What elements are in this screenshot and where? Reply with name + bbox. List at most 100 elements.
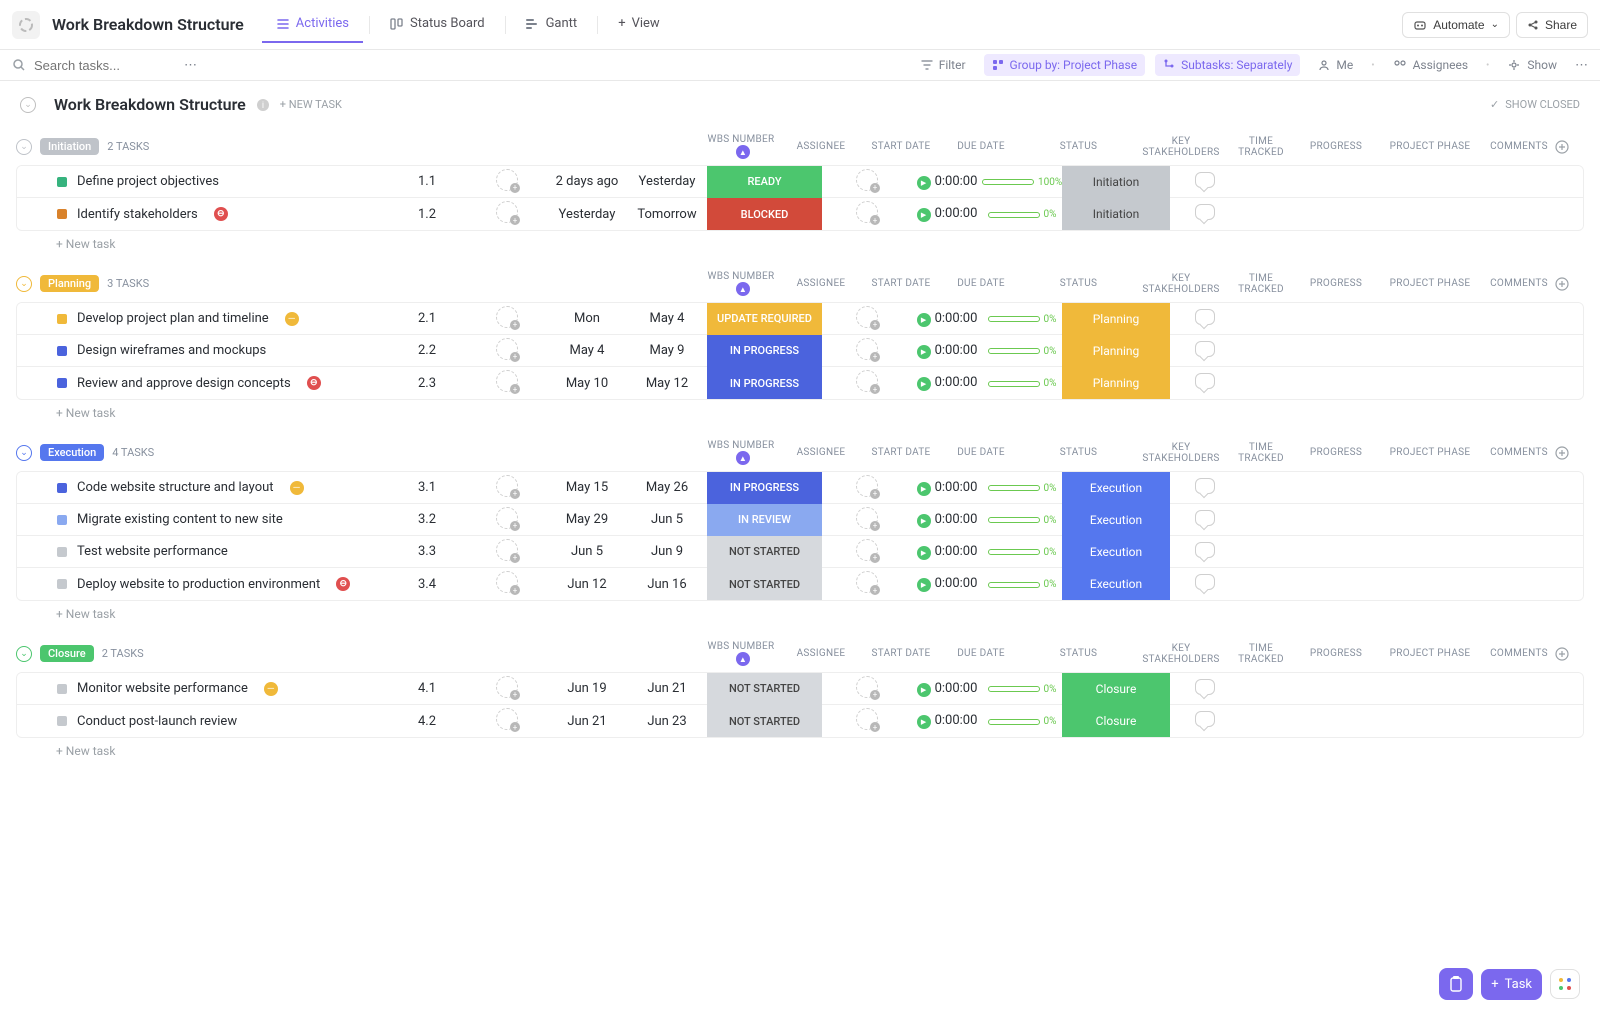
progress-cell[interactable]: 0% [982,311,1062,326]
task-name[interactable]: Design wireframes and mockups [77,343,266,358]
more-icon[interactable]: ⋯ [184,58,197,73]
col-due[interactable]: DUE DATE [941,141,1021,152]
add-column-button[interactable] [1554,276,1584,292]
task-row[interactable]: Code website structure and layout─ 3.1 M… [17,472,1583,504]
assignees-button[interactable]: Assignees [1385,54,1476,76]
assignee-cell[interactable] [467,201,547,227]
status-cell[interactable]: IN REVIEW [707,504,822,536]
task-row[interactable]: Identify stakeholders⊖ 1.2 Yesterday Tom… [17,198,1583,230]
start-date-cell[interactable]: Yesterday [547,207,627,222]
col-stakeholders[interactable]: KEY STAKEHOLDERS [1136,442,1226,464]
status-cell[interactable]: BLOCKED [707,198,822,230]
col-time[interactable]: TIME TRACKED [1226,643,1296,665]
col-time[interactable]: TIME TRACKED [1226,273,1296,295]
due-date-cell[interactable]: Tomorrow [627,207,707,222]
progress-cell[interactable]: 100% [982,174,1062,189]
wbs-cell[interactable]: 3.4 [387,577,467,592]
col-assignee[interactable]: ASSIGNEE [781,648,861,659]
search-input[interactable] [34,58,174,73]
start-date-cell[interactable]: Jun 19 [547,681,627,696]
col-status[interactable]: STATUS [1021,648,1136,659]
status-cell[interactable]: NOT STARTED [707,536,822,568]
task-name[interactable]: Review and approve design concepts [77,376,291,391]
stakeholders-cell[interactable] [822,539,912,565]
col-time[interactable]: TIME TRACKED [1226,442,1296,464]
status-cell[interactable]: READY [707,166,822,198]
wbs-cell[interactable]: 1.2 [387,207,467,222]
comments-cell[interactable] [1170,711,1240,731]
stakeholders-cell[interactable] [822,169,912,195]
col-start[interactable]: START DATE [861,447,941,458]
comments-cell[interactable] [1170,574,1240,594]
col-status[interactable]: STATUS [1021,141,1136,152]
col-phase[interactable]: PROJECT PHASE [1376,278,1484,289]
col-assignee[interactable]: ASSIGNEE [781,278,861,289]
due-date-cell[interactable]: Yesterday [627,174,707,189]
status-cell[interactable]: IN PROGRESS [707,367,822,399]
time-cell[interactable]: ▶0:00:00 [912,311,982,327]
task-row[interactable]: Define project objectives 1.1 2 days ago… [17,166,1583,198]
assignee-cell[interactable] [467,370,547,396]
start-date-cell[interactable]: Mon [547,311,627,326]
col-start[interactable]: START DATE [861,141,941,152]
col-wbs[interactable]: WBS NUMBER▲ [701,641,781,666]
status-square-icon[interactable] [57,378,67,388]
phase-cell[interactable]: Initiation [1062,166,1170,198]
search-wrap[interactable] [12,58,174,73]
due-date-cell[interactable]: May 12 [627,376,707,391]
status-square-icon[interactable] [57,209,67,219]
add-column-button[interactable] [1554,139,1584,155]
group-name-chip[interactable]: Execution [40,444,104,461]
comments-cell[interactable] [1170,510,1240,530]
due-date-cell[interactable]: Jun 23 [627,714,707,729]
col-progress[interactable]: PROGRESS [1296,447,1376,458]
comments-cell[interactable] [1170,172,1240,192]
more-icon[interactable]: ⋯ [1575,58,1588,73]
comments-cell[interactable] [1170,373,1240,393]
me-button[interactable]: Me [1310,54,1361,76]
status-cell[interactable]: IN PROGRESS [707,335,822,367]
due-date-cell[interactable]: May 9 [627,343,707,358]
phase-cell[interactable]: Initiation [1062,198,1170,230]
col-stakeholders[interactable]: KEY STAKEHOLDERS [1136,273,1226,295]
new-task-button[interactable]: + New task [16,400,1584,426]
task-name[interactable]: Develop project plan and timeline [77,311,269,326]
task-name[interactable]: Code website structure and layout [77,480,274,495]
stakeholders-cell[interactable] [822,370,912,396]
phase-cell[interactable]: Execution [1062,536,1170,568]
new-task-button[interactable]: + New task [16,601,1584,627]
stakeholders-cell[interactable] [822,507,912,533]
col-wbs[interactable]: WBS NUMBER▲ [701,134,781,159]
start-date-cell[interactable]: Jun 5 [547,544,627,559]
col-start[interactable]: START DATE [861,278,941,289]
status-cell[interactable]: NOT STARTED [707,568,822,600]
task-row[interactable]: Conduct post-launch review 4.2 Jun 21 Ju… [17,705,1583,737]
start-date-cell[interactable]: May 10 [547,376,627,391]
task-row[interactable]: Migrate existing content to new site 3.2… [17,504,1583,536]
add-column-button[interactable] [1554,445,1584,461]
new-task-fab[interactable]: + Task [1481,969,1542,1000]
status-square-icon[interactable] [57,547,67,557]
collapse-all-icon[interactable]: ⌄ [20,97,36,113]
col-comments[interactable]: COMMENTS [1484,278,1554,289]
progress-cell[interactable]: 0% [982,714,1062,729]
tab-add-view[interactable]: + View [604,6,674,43]
wbs-cell[interactable]: 3.2 [387,512,467,527]
status-cell[interactable]: UPDATE REQUIRED [707,303,822,335]
show-button[interactable]: Show [1499,54,1565,76]
time-cell[interactable]: ▶0:00:00 [912,206,982,222]
wbs-cell[interactable]: 4.2 [387,714,467,729]
new-task-button[interactable]: + New task [16,231,1584,257]
tab-gantt[interactable]: Gantt [512,6,592,43]
tab-status-board[interactable]: Status Board [376,6,499,43]
group-name-chip[interactable]: Closure [40,645,94,662]
collapse-icon[interactable]: ⌄ [16,646,32,662]
due-date-cell[interactable]: May 4 [627,311,707,326]
group-name-chip[interactable]: Initiation [40,138,99,155]
stakeholders-cell[interactable] [822,475,912,501]
col-progress[interactable]: PROGRESS [1296,648,1376,659]
group-name-chip[interactable]: Planning [40,275,99,292]
progress-cell[interactable]: 0% [982,681,1062,696]
status-cell[interactable]: NOT STARTED [707,705,822,737]
comments-cell[interactable] [1170,341,1240,361]
